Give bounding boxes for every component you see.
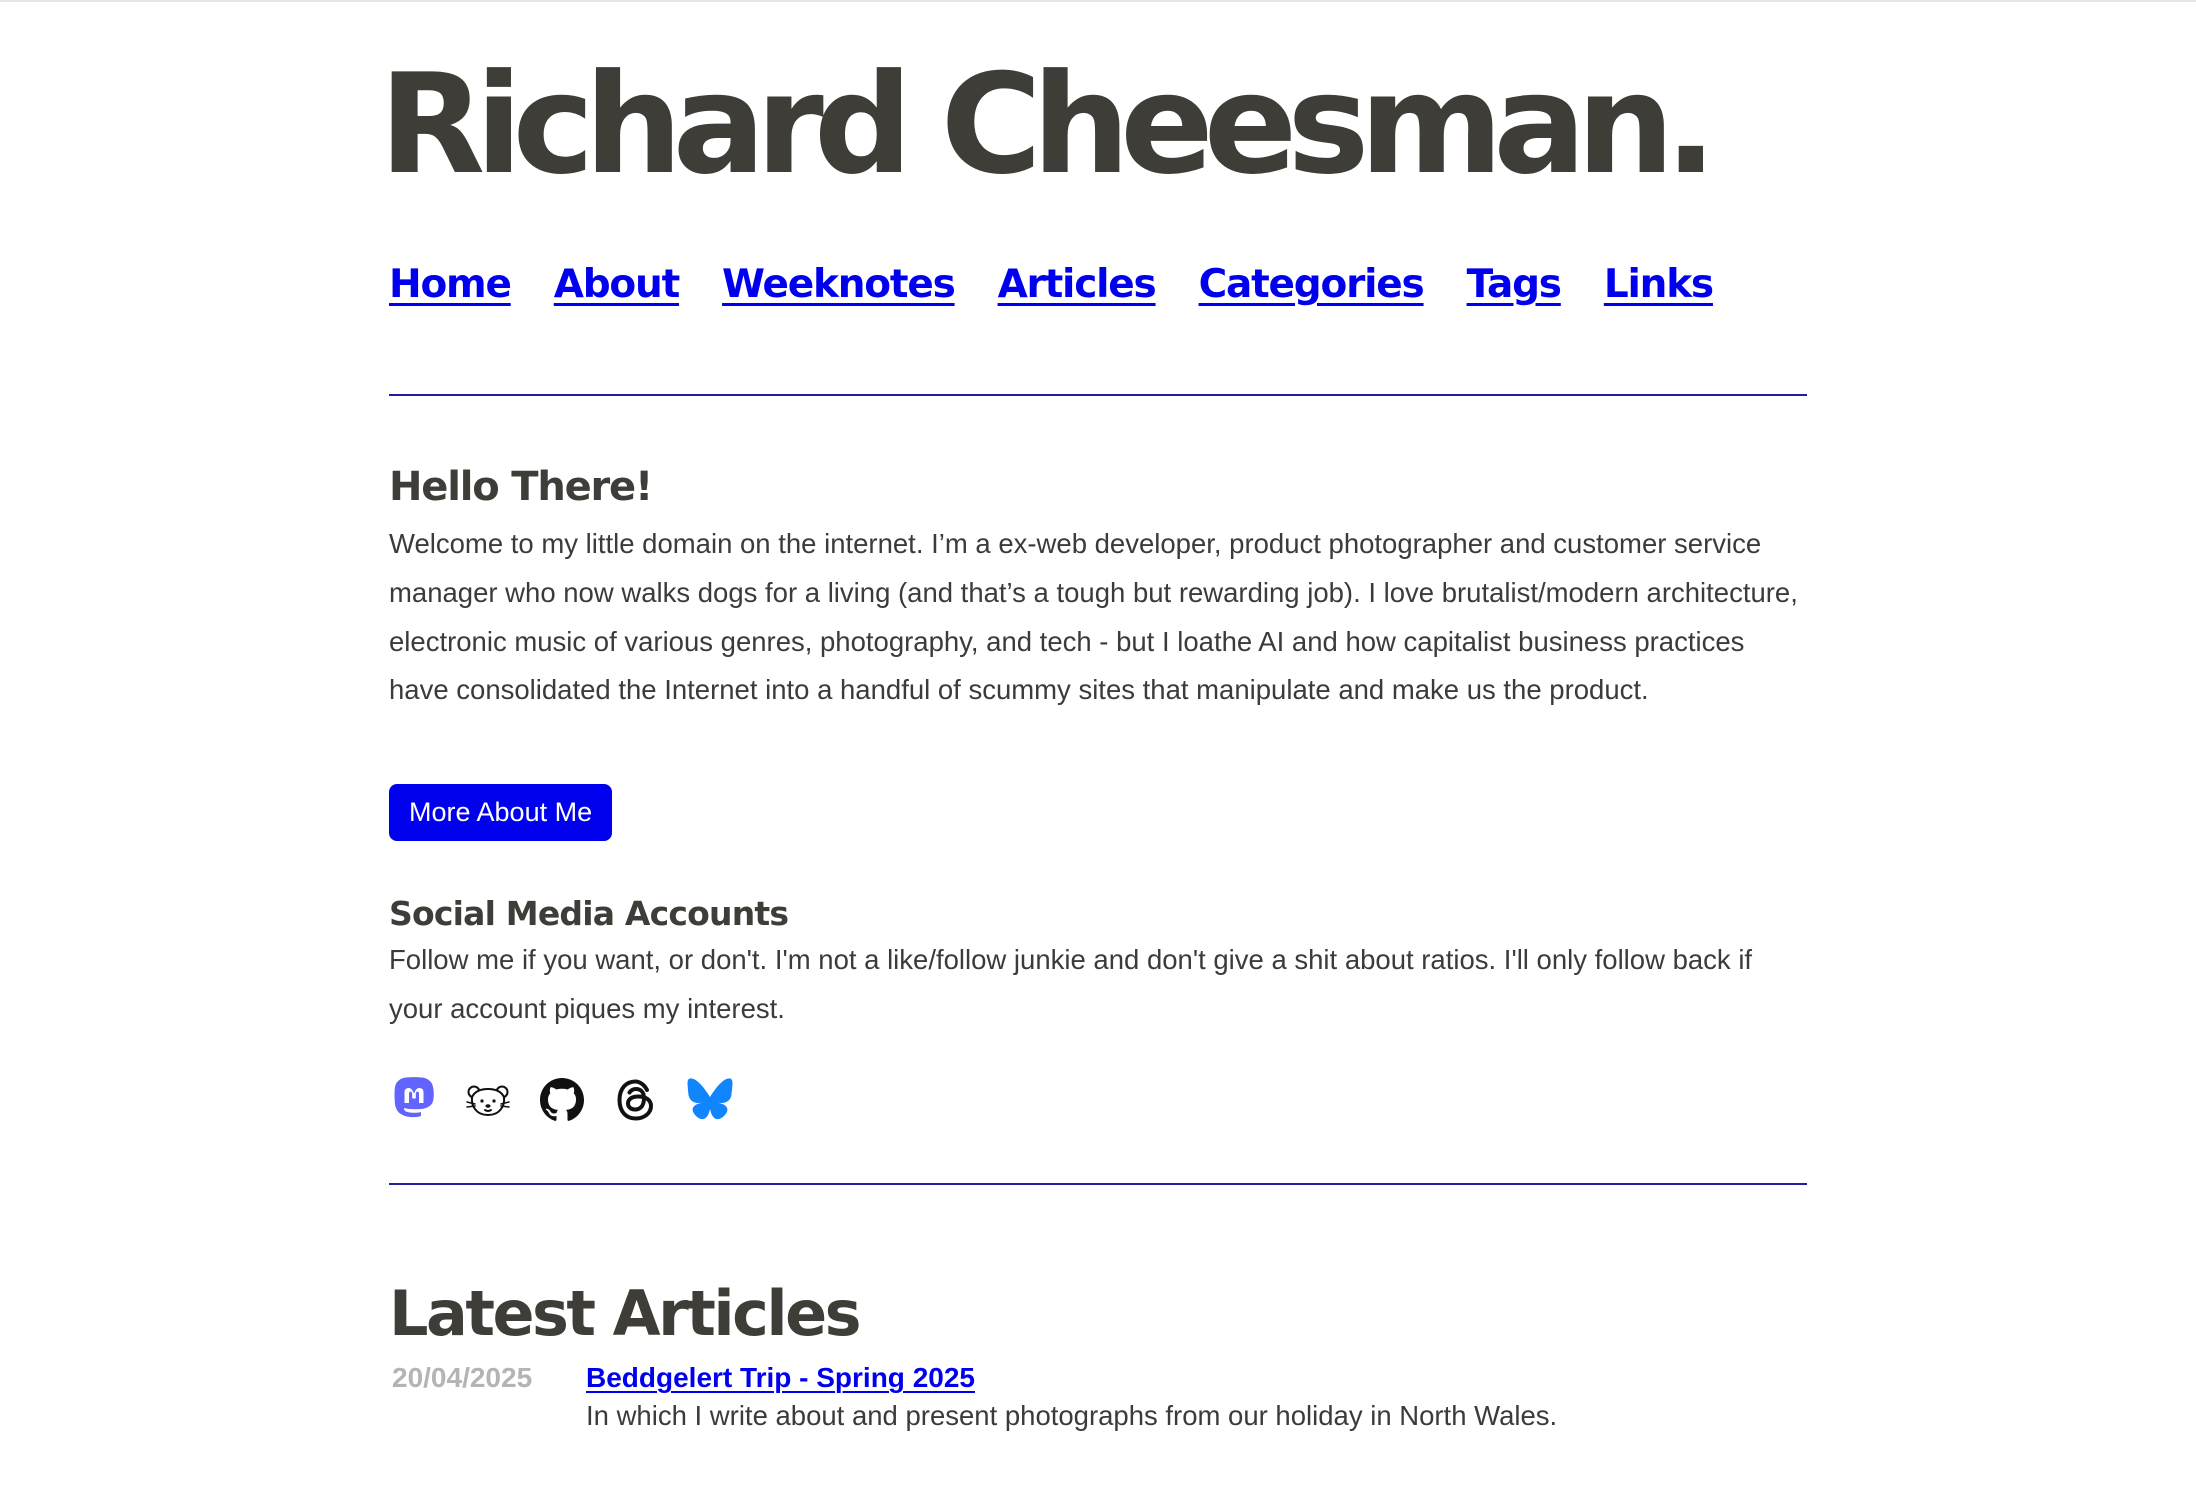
site-title-dot: . xyxy=(1664,44,1718,205)
nav-tags-link[interactable]: Tags xyxy=(1467,262,1562,309)
nav-weeknotes-link[interactable]: Weeknotes xyxy=(722,262,956,309)
nav-links-link[interactable]: Links xyxy=(1604,262,1714,309)
more-about-me-button[interactable]: More About Me xyxy=(389,784,613,841)
divider xyxy=(389,1183,1807,1185)
social-icons xyxy=(389,1075,735,1125)
article-date: 20/04/2025 xyxy=(392,1362,533,1393)
bluesky-icon[interactable] xyxy=(685,1075,735,1125)
main-nav: Home About Weeknotes Articles Categories… xyxy=(389,262,1714,309)
social-heading: Social Media Accounts xyxy=(389,894,789,933)
mastodon-icon[interactable] xyxy=(389,1075,439,1125)
intro-text: Welcome to my little domain on the inter… xyxy=(389,528,1798,706)
bear-icon[interactable] xyxy=(463,1075,513,1125)
intro-heading: Hello There! xyxy=(389,464,653,510)
site-title-text: Richard Cheesman xyxy=(379,44,1675,205)
latest-articles-heading: Latest Articles xyxy=(389,1277,862,1350)
github-icon[interactable] xyxy=(537,1075,587,1125)
threads-icon[interactable] xyxy=(611,1075,661,1125)
divider xyxy=(389,394,1807,396)
site-title[interactable]: Richard Cheesman. xyxy=(379,56,1717,194)
article-title-link[interactable]: Beddgelert Trip - Spring 2025 xyxy=(586,1362,975,1394)
social-text: Follow me if you want, or don't. I'm not… xyxy=(389,944,1753,1024)
nav-articles-link[interactable]: Articles xyxy=(998,262,1157,309)
nav-about-link[interactable]: About xyxy=(554,262,681,309)
nav-home-link[interactable]: Home xyxy=(389,262,512,309)
nav-categories-link[interactable]: Categories xyxy=(1199,262,1425,309)
article-description: In which I write about and present photo… xyxy=(586,1400,1558,1431)
